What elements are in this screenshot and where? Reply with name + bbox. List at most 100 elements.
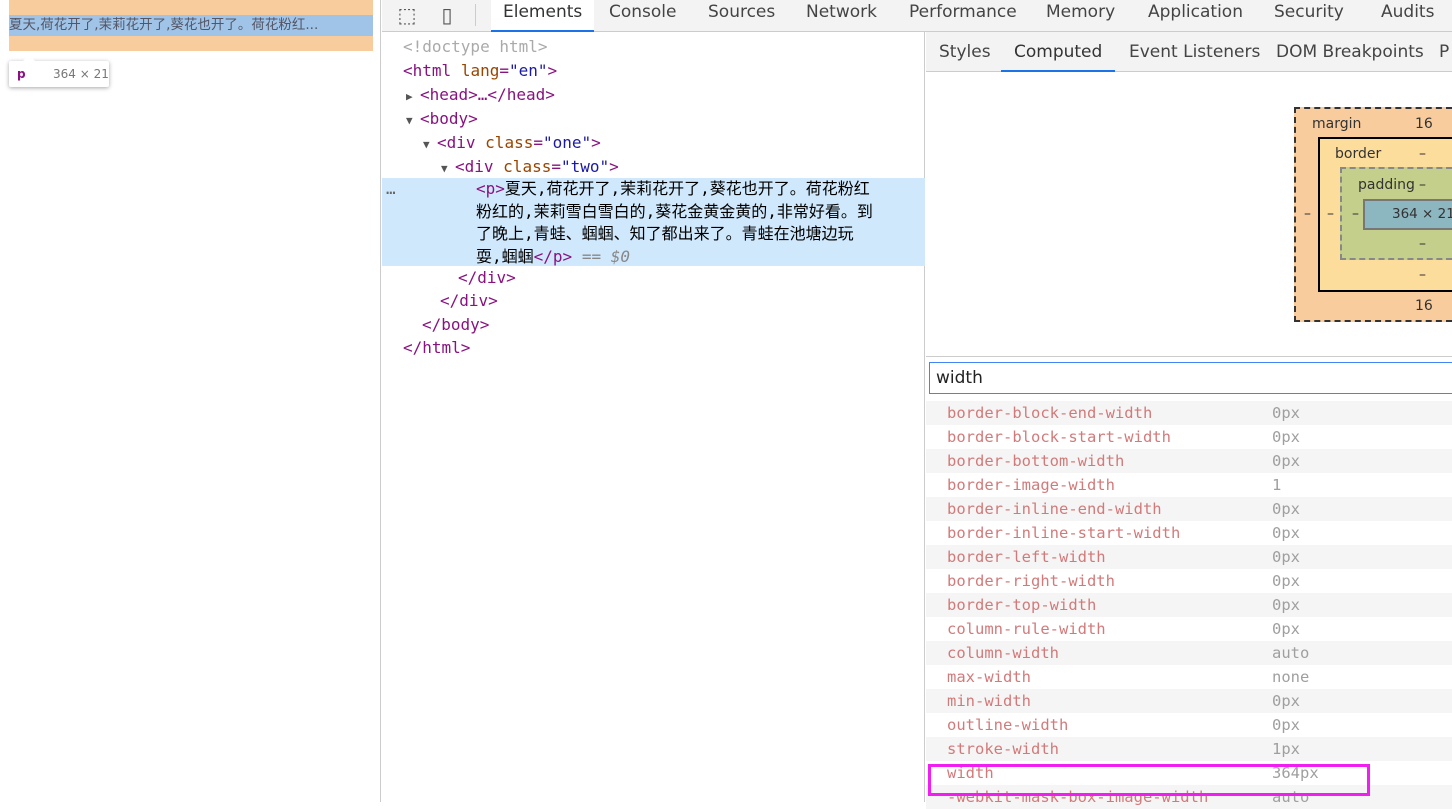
tab-dom-breakpoints[interactable]: DOM Breakpoints (1263, 32, 1437, 72)
property-name: min-width (947, 692, 1031, 710)
tag: > (547, 61, 558, 80)
tag: <div (455, 157, 494, 176)
property-value: 1 (1272, 476, 1282, 494)
attr-name: class (503, 157, 552, 176)
computed-property-row[interactable]: border-block-start-width 0px (926, 425, 1452, 449)
tag: <div (437, 133, 476, 152)
padding-label: padding (1358, 177, 1415, 193)
property-name: column-width (947, 644, 1059, 662)
tooltip-tag: p (17, 67, 26, 81)
tab-performance[interactable]: Performance (897, 0, 1029, 32)
computed-filter-input[interactable]: width (929, 362, 1452, 394)
computed-property-row[interactable]: column-width auto (926, 641, 1452, 665)
property-value: 0px (1272, 548, 1300, 566)
property-name: outline-width (947, 716, 1069, 734)
property-value: 0px (1272, 428, 1300, 446)
more-options-icon[interactable]: … (386, 178, 396, 201)
property-name: border-left-width (947, 548, 1106, 566)
tag: <body> (420, 109, 478, 128)
property-value: 0px (1272, 716, 1300, 734)
border-label: border (1335, 146, 1382, 162)
property-name: border-block-start-width (947, 428, 1171, 446)
tree-div-close[interactable]: </div> (382, 266, 925, 290)
property-value: auto (1272, 644, 1310, 662)
tab-properties[interactable]: P (1439, 32, 1451, 72)
property-value: 0px (1272, 404, 1300, 422)
tag: <html (403, 61, 452, 80)
computed-property-row[interactable]: outline-width 0px (926, 713, 1452, 737)
tree-html[interactable]: <html lang="en"> (382, 59, 925, 83)
computed-property-row[interactable]: border-inline-start-width 0px (926, 521, 1452, 545)
tab-sources[interactable]: Sources (696, 0, 787, 32)
computed-property-row[interactable]: border-top-width 0px (926, 593, 1452, 617)
property-name: border-inline-start-width (947, 524, 1181, 542)
collapse-arrow-icon[interactable]: ▼ (423, 133, 437, 157)
property-value: 0px (1272, 572, 1300, 590)
computed-property-row[interactable]: border-inline-end-width 0px (926, 497, 1452, 521)
property-value: none (1272, 668, 1310, 686)
text: 夏天,荷花开了,茉莉花开了,葵花也开了。荷花粉红 (504, 179, 870, 198)
text: 粉红的,茉莉雪白雪白的,葵花金黄金黄的,非常好看。到 (476, 201, 873, 221)
padding-left: – (1352, 206, 1359, 222)
device-toolbar-icon[interactable]: ▯ (434, 2, 460, 28)
tab-audits[interactable]: Audits (1369, 0, 1446, 32)
margin-left: – (1304, 206, 1311, 222)
tab-security[interactable]: Security (1262, 0, 1356, 32)
tree-html-close[interactable]: </html> (382, 336, 925, 360)
property-name: border-top-width (947, 596, 1097, 614)
selected-marker: == $0 (581, 246, 630, 266)
tree-div-two[interactable]: ▼ <div class="two"> (382, 155, 925, 179)
tree-doctype[interactable]: <!doctype html> (382, 35, 925, 59)
margin-label: margin (1312, 116, 1362, 132)
attr-name: lang (460, 61, 500, 80)
property-value: 0px (1272, 524, 1300, 542)
tree-div-close[interactable]: </div> (382, 289, 925, 313)
tab-network[interactable]: Network (794, 0, 889, 32)
tree-p-selected[interactable]: … <p>夏天,荷花开了,茉莉花开了,葵花也开了。荷花粉红 粉红的,茉莉雪白雪白… (382, 178, 925, 266)
computed-property-row[interactable]: column-rule-width 0px (926, 617, 1452, 641)
tab-application[interactable]: Application (1136, 0, 1255, 32)
tag: </p> (533, 246, 573, 266)
computed-property-row[interactable]: border-bottom-width 0px (926, 449, 1452, 473)
devtools-toolbar: ⬚ ▯ Elements Console Sources Network Per… (382, 0, 1452, 32)
tag: > (591, 133, 601, 152)
property-name: border-right-width (947, 572, 1115, 590)
property-value: 1px (1272, 740, 1300, 758)
property-name: max-width (947, 668, 1031, 686)
computed-property-row[interactable]: border-right-width 0px (926, 569, 1452, 593)
property-value: 0px (1272, 452, 1300, 470)
divider (475, 4, 476, 26)
box-model: 364 × 21 margin 16 16 – border – – – pad… (926, 72, 1452, 357)
tab-styles[interactable]: Styles (926, 32, 1004, 72)
computed-property-row[interactable]: min-width 0px (926, 689, 1452, 713)
property-name: border-bottom-width (947, 452, 1125, 470)
tab-elements[interactable]: Elements (491, 0, 595, 32)
computed-property-row[interactable]: border-image-width 1 (926, 473, 1452, 497)
property-value: 0px (1272, 692, 1300, 710)
text: 了晚上,青蛙、蝈蝈、知了都出来了。青蛙在池塘边玩 (476, 224, 854, 243)
property-name: border-block-end-width (947, 404, 1153, 422)
border-left: – (1327, 206, 1334, 222)
tree-div-one[interactable]: ▼ <div class="one"> (382, 131, 925, 155)
collapse-arrow-icon[interactable]: ▼ (406, 109, 420, 133)
width-highlight-box (928, 764, 1370, 796)
box-content: 364 × 21 (1363, 199, 1452, 230)
tree-body[interactable]: ▼ <body> (382, 107, 925, 131)
computed-property-row[interactable]: border-left-width 0px (926, 545, 1452, 569)
tab-memory[interactable]: Memory (1034, 0, 1127, 32)
tab-event-listeners[interactable]: Event Listeners (1116, 32, 1273, 72)
expand-arrow-icon[interactable]: ▶ (406, 85, 420, 109)
tag: <head>…</head> (420, 85, 555, 104)
tree-head[interactable]: ▶ <head>…</head> (382, 83, 925, 107)
computed-property-row[interactable]: max-width none (926, 665, 1452, 689)
tab-console[interactable]: Console (597, 0, 689, 32)
computed-property-row[interactable]: stroke-width 1px (926, 737, 1452, 761)
tree-body-close[interactable]: </body> (382, 313, 925, 337)
inspect-element-icon[interactable]: ⬚ (394, 2, 420, 28)
tag: <p> (476, 179, 505, 198)
paragraph-highlight: 夏天,荷花开了,茉莉花开了,葵花也开了。荷花粉红... (9, 15, 373, 36)
property-name: stroke-width (947, 740, 1059, 758)
property-value: 0px (1272, 500, 1300, 518)
tab-computed[interactable]: Computed (1001, 32, 1116, 72)
computed-property-row[interactable]: border-block-end-width 0px (926, 401, 1452, 425)
